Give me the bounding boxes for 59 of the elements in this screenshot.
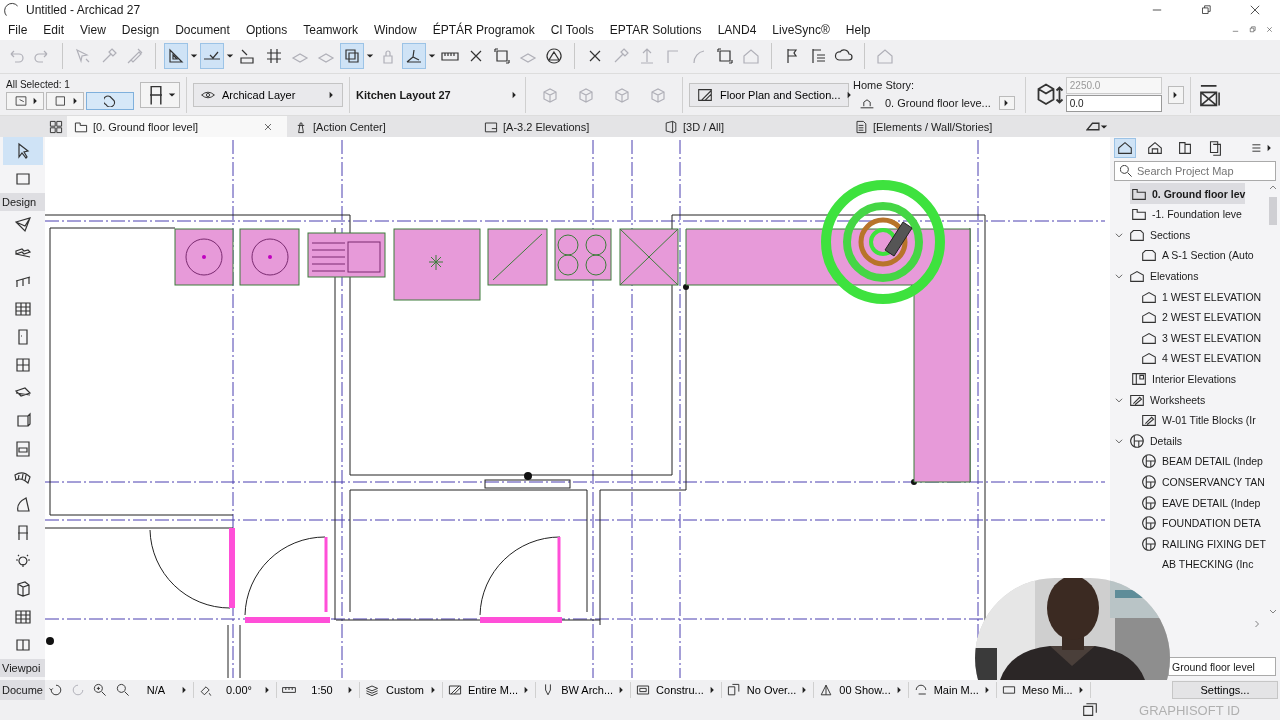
project-map-item[interactable]: FOUNDATION DETA <box>1140 512 1261 534</box>
menu-item[interactable]: View <box>72 22 114 37</box>
view-option-button[interactable]: Meso Mi... <box>996 682 1091 699</box>
view-option-button[interactable]: Custom <box>360 682 443 699</box>
menu-item[interactable]: Design <box>113 22 168 37</box>
project-map-item[interactable]: W-01 Title Blocks (Ir <box>1140 409 1256 431</box>
menu-item[interactable]: Teamwork <box>295 22 366 37</box>
menu-item[interactable]: ÉPTÁR Programok <box>424 22 543 37</box>
project-map-item[interactable]: 2 WEST ELEVATION <box>1140 306 1262 328</box>
view-option-button[interactable]: Entire M... <box>443 682 537 699</box>
element-name: Kitchen Layout 27 <box>356 88 452 101</box>
project-map-item[interactable]: RAILING FIXING DET <box>1140 533 1266 555</box>
view-option-button[interactable]: No Over... <box>721 682 815 699</box>
settings-button[interactable]: Settings... <box>1172 681 1278 700</box>
selection-count: All Selected: 1 <box>6 79 71 91</box>
home-story-label: Home Story: <box>853 78 916 91</box>
project-map-item[interactable]: EAVE DETAIL (Indep <box>1140 492 1261 513</box>
menu-item[interactable]: CI Tools <box>542 22 602 37</box>
project-map-item[interactable]: 4 WEST ELEVATION <box>1140 348 1262 369</box>
story-field[interactable]: Ground floor level <box>1168 657 1276 677</box>
project-map-item[interactable]: A S-1 Section (Auto <box>1140 245 1254 266</box>
menu-item[interactable]: LAND4 <box>709 22 765 37</box>
offset-field[interactable]: 0.0 <box>1065 95 1162 113</box>
search-field[interactable]: Search Project Map <box>1114 161 1276 182</box>
project-map-item[interactable]: Details <box>1114 430 1183 452</box>
project-map-item[interactable]: Sections <box>1114 224 1191 246</box>
view-option-button[interactable]: BW Arch... <box>536 682 632 699</box>
window-title: Untitled - Archicad 27 <box>26 3 142 17</box>
menu-item[interactable]: LiveSync® <box>764 22 838 37</box>
layer-dropdown[interactable]: Archicad Layer <box>193 82 343 107</box>
view-option-button[interactable]: 1:50 <box>277 682 360 699</box>
menu-item[interactable]: Window <box>365 22 425 37</box>
view-option-button[interactable]: N/A <box>111 682 194 699</box>
view-option-button[interactable]: Constru... <box>631 682 722 699</box>
project-map-item[interactable]: Worksheets <box>1114 389 1206 410</box>
menu-item[interactable]: File <box>6 22 36 37</box>
view-option-button[interactable]: Main M... <box>908 682 997 699</box>
toolbox-section[interactable]: Viewpoi <box>0 659 45 678</box>
menu-item[interactable]: EPTAR Solutions <box>601 22 710 37</box>
view-tab[interactable]: [0. Ground floor level] <box>67 116 287 138</box>
project-map-item[interactable]: CONSERVANCY TAN <box>1140 471 1265 493</box>
menu-item[interactable]: Document <box>167 22 238 37</box>
view-option-button[interactable]: 00 Show... <box>814 682 909 699</box>
toolbox-section[interactable]: Docume <box>0 680 45 701</box>
project-map-item[interactable]: Elevations <box>1114 265 1199 287</box>
menu-item[interactable]: Help <box>837 22 879 37</box>
project-map-item[interactable]: Interior Elevations <box>1130 368 1237 390</box>
home-story-value: 0. Ground floor leve... <box>885 96 991 109</box>
project-map-item[interactable]: -1. Foundation leve <box>1130 203 1242 225</box>
project-map-item[interactable]: 0. Ground floor lev <box>1130 183 1246 204</box>
project-map-item[interactable]: AB THECKING (Inc <box>1162 554 1254 575</box>
menu-item[interactable]: Options <box>237 22 296 37</box>
view-option-button[interactable]: 0.00° <box>194 682 277 699</box>
project-map-item[interactable]: 3 WEST ELEVATION <box>1140 327 1262 349</box>
menu-item[interactable]: Edit <box>35 22 73 37</box>
project-map-item[interactable]: BEAM DETAIL (Indep <box>1140 451 1263 472</box>
project-map-item[interactable]: 1 WEST ELEVATION <box>1140 286 1262 307</box>
toolbox-section[interactable]: Design <box>0 193 45 212</box>
structure-display-dropdown[interactable]: Floor Plan and Section... <box>689 82 849 107</box>
